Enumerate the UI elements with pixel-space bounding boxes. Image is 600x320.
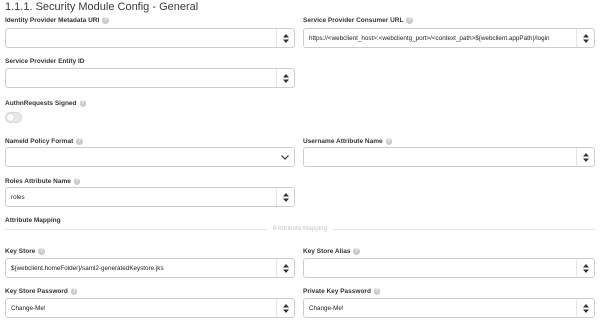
username-attribute-name-label-text: Username Attribute Name <box>303 138 383 145</box>
nameid-policy-format-label: NameId Policy Format ? <box>5 138 83 145</box>
sp-consumer-url-value[interactable]: https://<webclient_host>:<webclientg_por… <box>304 35 576 42</box>
help-icon[interactable]: ? <box>79 100 87 107</box>
key-store-password-field[interactable]: Change-Me! <box>5 298 295 318</box>
help-icon[interactable]: ? <box>38 248 45 255</box>
help-icon[interactable]: ? <box>76 138 83 145</box>
help-icon[interactable]: ? <box>353 248 360 255</box>
attribute-mapping-label: Attribute Mapping <box>5 217 61 224</box>
help-icon[interactable]: ? <box>373 288 381 295</box>
up-down-arrows-icon[interactable] <box>276 188 294 206</box>
help-icon[interactable]: ? <box>102 17 109 24</box>
up-down-arrows-icon[interactable] <box>576 148 594 166</box>
help-icon[interactable]: ? <box>70 288 78 295</box>
up-down-arrows-icon[interactable] <box>576 299 594 317</box>
help-icon[interactable]: ? <box>73 178 81 185</box>
key-store-alias-label-text: Key Store Alias <box>303 248 351 255</box>
help-icon[interactable]: ? <box>385 138 393 145</box>
attribute-mapping-summary[interactable]: 6 Attribute Mapping <box>266 225 334 232</box>
private-key-password-field[interactable]: Change-Me! <box>303 298 595 318</box>
nameid-policy-format-label-text: NameId Policy Format <box>5 138 74 145</box>
roles-attribute-name-field[interactable]: roles <box>5 187 295 207</box>
key-store-password-value[interactable]: Change-Me! <box>6 305 276 312</box>
private-key-password-value[interactable]: Change-Me! <box>304 305 576 312</box>
roles-attribute-name-value[interactable]: roles <box>6 194 276 201</box>
sp-consumer-url-field[interactable]: https://<webclient_host>:<webclientg_por… <box>303 28 595 48</box>
up-down-arrows-icon[interactable] <box>276 299 294 317</box>
key-store-alias-label: Key Store Alias ? <box>303 248 360 255</box>
key-store-password-label: Key Store Password ? <box>5 288 78 295</box>
key-store-label: Key Store ? <box>5 248 45 255</box>
private-key-password-label: Private Key Password ? <box>303 288 381 295</box>
up-down-arrows-icon[interactable] <box>276 29 294 47</box>
authn-requests-signed-label-text: AuthnRequests Signed <box>5 100 77 107</box>
username-attribute-name-label: Username Attribute Name ? <box>303 138 393 145</box>
roles-attribute-name-label: Roles Attribute Name ? <box>5 178 81 185</box>
roles-attribute-name-label-text: Roles Attribute Name <box>5 178 71 185</box>
key-store-label-text: Key Store <box>5 248 36 255</box>
chevron-down-icon[interactable] <box>276 148 294 166</box>
key-store-password-label-text: Key Store Password <box>5 288 68 295</box>
key-store-alias-field[interactable] <box>303 258 595 278</box>
idp-metadata-uri-label: Identity Provider Metadata URI ? <box>5 17 109 24</box>
sp-consumer-url-label: Service Provider Consumer URL ? <box>303 17 413 24</box>
sp-entity-id-label: Service Provider Entity ID <box>5 58 84 65</box>
key-store-field[interactable]: ${webclient.homeFolder}/saml2-generatedK… <box>5 258 295 278</box>
idp-metadata-uri-field[interactable] <box>5 28 295 48</box>
sp-entity-id-field[interactable] <box>5 68 295 88</box>
attribute-mapping-label-text: Attribute Mapping <box>5 217 61 224</box>
nameid-policy-format-select[interactable] <box>5 147 295 167</box>
authn-requests-signed-toggle[interactable] <box>5 112 22 123</box>
toggle-knob <box>7 114 14 121</box>
up-down-arrows-icon[interactable] <box>576 29 594 47</box>
up-down-arrows-icon[interactable] <box>276 259 294 277</box>
username-attribute-name-field[interactable] <box>303 147 595 167</box>
key-store-value[interactable]: ${webclient.homeFolder}/saml2-generatedK… <box>6 265 276 272</box>
page-title: 1.1.1. Security Module Config - General <box>5 1 199 13</box>
private-key-password-label-text: Private Key Password <box>303 288 371 295</box>
up-down-arrows-icon[interactable] <box>276 69 294 87</box>
authn-requests-signed-label: AuthnRequests Signed ? <box>5 100 87 107</box>
up-down-arrows-icon[interactable] <box>576 259 594 277</box>
sp-entity-id-label-text: Service Provider Entity ID <box>5 58 85 65</box>
sp-consumer-url-label-text: Service Provider Consumer URL <box>303 17 404 24</box>
help-icon[interactable]: ? <box>406 17 413 24</box>
idp-metadata-uri-label-text: Identity Provider Metadata URI <box>5 17 100 24</box>
